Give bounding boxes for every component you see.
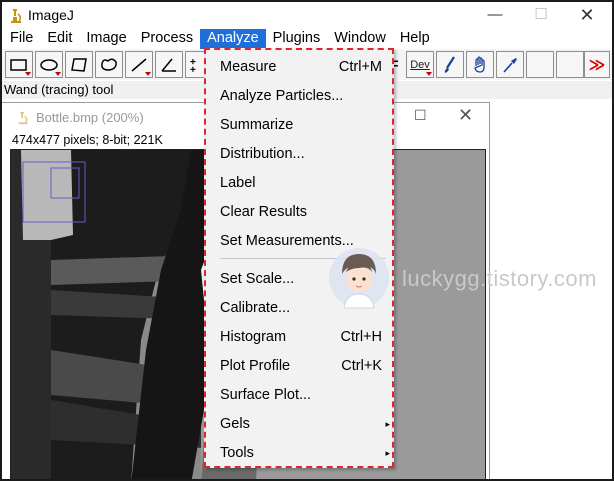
menu-item-label: Summarize: [220, 117, 294, 133]
window-title: ImageJ: [28, 7, 74, 23]
menu-item-label: Calibrate...: [220, 300, 291, 316]
point-icon: [190, 58, 196, 72]
menu-item-label: Clear Results: [220, 204, 308, 220]
submenu-arrow-icon: ▸: [385, 419, 390, 429]
menu-process[interactable]: Process: [134, 29, 200, 49]
image-close-button[interactable]: ✕: [458, 105, 473, 126]
rectangle-tool[interactable]: [5, 51, 33, 78]
oval-tool[interactable]: [35, 51, 63, 78]
menu-item-plot-profile[interactable]: Plot Profile Ctrl+K: [220, 353, 382, 379]
menu-item-distribution[interactable]: Distribution...: [220, 141, 382, 167]
more-tools-button[interactable]: ≫: [584, 51, 610, 78]
imagej-app-window: ImageJ — ☐ ✕ File Edit Image Process Ana…: [0, 0, 614, 481]
empty-tool-slot-2[interactable]: [556, 51, 584, 78]
menu-item-label: Set Scale...: [220, 271, 295, 287]
menu-bar: File Edit Image Process Analyze Plugins …: [2, 29, 612, 49]
dev-label: Dev: [410, 58, 430, 71]
point-tool[interactable]: [185, 51, 205, 78]
menu-item-shortcut: Ctrl+M: [338, 59, 382, 75]
menu-item-shortcut: Ctrl+K: [341, 358, 382, 374]
menu-item-shortcut: Ctrl+H: [340, 329, 383, 345]
dev-menu[interactable]: Dev: [406, 51, 434, 78]
image-info: 474x477 pixels; 8-bit; 221K: [12, 133, 163, 147]
freehand-tool[interactable]: [95, 51, 123, 78]
menu-item-histogram[interactable]: Histogram Ctrl+H: [220, 324, 382, 350]
menu-item-gels[interactable]: Gels ▸: [220, 411, 390, 437]
minimize-button[interactable]: —: [472, 2, 518, 30]
menu-image[interactable]: Image: [79, 29, 133, 49]
menu-window[interactable]: Window: [327, 29, 393, 49]
hand-icon: [474, 55, 485, 73]
watermark-text: luckygg.tistory.com: [402, 266, 597, 291]
menu-item-analyze-particles[interactable]: Analyze Particles...: [220, 83, 382, 109]
menu-item-label: Measure: [220, 59, 277, 75]
maximize-button[interactable]: ☐: [518, 2, 564, 30]
menu-help[interactable]: Help: [393, 29, 437, 49]
menu-item-label: Tools: [220, 445, 254, 461]
title-bar: ImageJ — ☐ ✕: [2, 2, 612, 30]
empty-tool-slot-1[interactable]: [526, 51, 554, 78]
menu-item-label: Histogram: [220, 329, 287, 345]
flood-fill-tool[interactable]: [466, 51, 494, 78]
menu-item-clear-results[interactable]: Clear Results: [220, 199, 382, 225]
menu-item-label: Plot Profile: [220, 358, 291, 374]
submenu-arrow-icon: ▸: [385, 448, 390, 458]
brush-icon: [444, 55, 455, 73]
menu-item-tools[interactable]: Tools ▸: [220, 440, 390, 466]
microscope-icon: [11, 9, 22, 23]
menu-item-label-tool[interactable]: Label: [220, 170, 382, 196]
menu-item-summarize[interactable]: Summarize: [220, 112, 382, 138]
microscope-icon: [18, 111, 28, 125]
menu-edit[interactable]: Edit: [40, 29, 79, 49]
line-tool[interactable]: [125, 51, 153, 78]
image-window-title: Bottle.bmp (200%): [36, 110, 144, 125]
avatar: [329, 248, 389, 309]
menu-item-surface-plot[interactable]: Surface Plot...: [220, 382, 382, 408]
double-chevron-icon: ≫: [588, 56, 606, 74]
menu-item-label: Surface Plot...: [220, 387, 312, 403]
menu-item-label: Label: [220, 175, 256, 191]
polygon-icon: [71, 57, 87, 72]
menu-item-label: Gels: [220, 416, 250, 432]
close-button[interactable]: ✕: [564, 2, 610, 30]
brush-tool[interactable]: [436, 51, 464, 78]
menu-item-label: Distribution...: [220, 146, 305, 162]
menu-item-label: Analyze Particles...: [220, 88, 344, 104]
eyedropper-icon: [503, 57, 517, 73]
angle-icon: [161, 58, 176, 72]
angle-tool[interactable]: [155, 51, 183, 78]
menu-plugins[interactable]: Plugins: [266, 29, 328, 49]
menu-file[interactable]: File: [2, 29, 40, 49]
polygon-tool[interactable]: [65, 51, 93, 78]
freehand-icon: [101, 58, 117, 71]
image-maximize-button[interactable]: ☐: [414, 107, 427, 124]
menu-item-measure[interactable]: Measure Ctrl+M: [220, 54, 382, 80]
pick-color-tool[interactable]: [496, 51, 524, 78]
menu-analyze[interactable]: Analyze: [200, 29, 266, 49]
